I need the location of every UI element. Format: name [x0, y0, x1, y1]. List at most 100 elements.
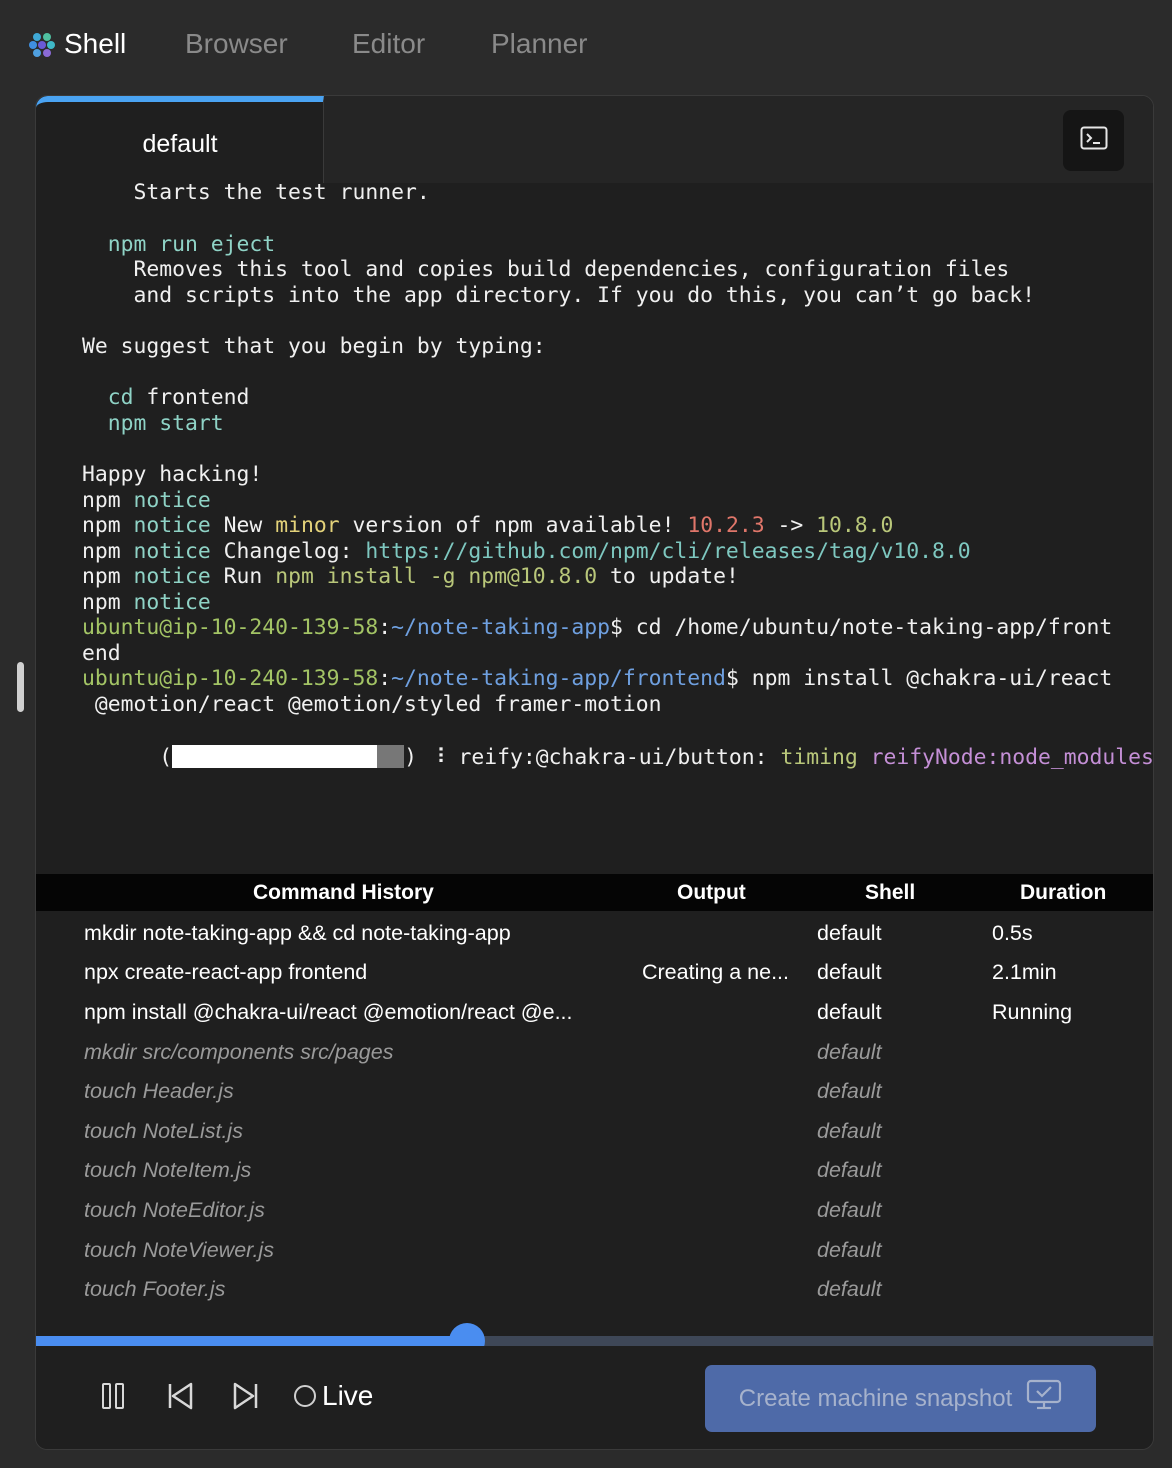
- history-shell: default: [817, 1277, 882, 1301]
- history-shell: default: [817, 1040, 882, 1064]
- terminal-segment: ubuntu@ip-10-240-139-58: [82, 615, 379, 640]
- terminal-line: npm notice Changelog: https://github.com…: [82, 539, 971, 565]
- history-row[interactable]: npx create-react-app frontend Creating a …: [36, 960, 1153, 1000]
- history-shell: default: [817, 921, 882, 945]
- history-output: Creating a ne...: [642, 960, 790, 984]
- shell-panel: default npm test Starts the test runner.…: [35, 95, 1154, 1450]
- pause-button[interactable]: [96, 1381, 130, 1415]
- history-row[interactable]: touch NoteItem.js default: [36, 1158, 1153, 1198]
- terminal-segment: notice: [133, 590, 211, 615]
- terminal-segment: notice: [133, 564, 211, 589]
- terminal-segment: frontend: [133, 385, 250, 410]
- shell-logo-icon: [28, 30, 56, 58]
- terminal-segment: :: [378, 615, 392, 640]
- history-row[interactable]: touch NoteList.js default: [36, 1119, 1153, 1159]
- terminal-line: npm notice Run npm install -g npm@10.8.0…: [82, 564, 739, 590]
- progress-text: reify:@chakra-ui/button:: [445, 744, 781, 770]
- terminal-segment: minor: [275, 513, 340, 538]
- terminal-line: and scripts into the app directory. If y…: [82, 283, 1036, 309]
- terminal-line: npm notice: [82, 590, 211, 616]
- terminal-segment: notice: [133, 539, 211, 564]
- live-indicator-icon: [294, 1385, 316, 1407]
- terminal-segment: ~/note-taking-app: [391, 615, 611, 640]
- history-command: mkdir note-taking-app && cd note-taking-…: [84, 921, 511, 945]
- live-toggle[interactable]: Live: [294, 1380, 373, 1412]
- history-row[interactable]: touch Header.js default: [36, 1079, 1153, 1119]
- history-command: npx create-react-app frontend: [84, 960, 368, 984]
- progress-timing: timing: [780, 744, 858, 770]
- terminal-line: cd frontend: [82, 385, 250, 411]
- timeline-track[interactable]: [36, 1336, 1153, 1346]
- nav-tab-browser[interactable]: Browser: [185, 26, 288, 62]
- terminal-segment: npm start: [82, 411, 224, 436]
- create-snapshot-button[interactable]: Create machine snapshot: [705, 1365, 1096, 1432]
- terminal-tab-bar: default: [36, 96, 1153, 183]
- terminal-segment: Run: [210, 564, 276, 589]
- header-output: Output: [677, 881, 746, 904]
- terminal-segment: ->: [764, 513, 817, 538]
- history-header: Command History Output Shell Duration: [36, 874, 1153, 911]
- history-shell: default: [817, 960, 882, 984]
- skip-back-button[interactable]: [163, 1381, 197, 1415]
- history-command: touch NoteItem.js: [84, 1158, 252, 1182]
- history-shell: default: [817, 1079, 882, 1103]
- terminal-segment: npm: [82, 539, 134, 564]
- terminal-line: @emotion/react @emotion/styled framer-mo…: [82, 692, 662, 718]
- terminal-segment: https://github.com/npm/cli/releases/tag/…: [365, 539, 971, 564]
- terminal-segment: New: [210, 513, 276, 538]
- terminal-tab-label: default: [142, 130, 218, 158]
- nav-tab-label: Shell: [64, 28, 127, 59]
- terminal-line: Starts the test runner.: [82, 183, 430, 206]
- terminal-segment: Changelog:: [210, 539, 366, 564]
- terminal-line: npm notice New minor version of npm avai…: [82, 513, 893, 539]
- panel-resize-handle[interactable]: [17, 662, 24, 712]
- history-row[interactable]: mkdir note-taking-app && cd note-taking-…: [36, 921, 1153, 961]
- terminal-line: end: [82, 641, 121, 667]
- history-row[interactable]: touch NoteEditor.js default: [36, 1198, 1153, 1238]
- terminal-segment: ~/note-taking-app/frontend: [391, 666, 726, 691]
- history-shell: default: [817, 1158, 882, 1182]
- history-row[interactable]: npm install @chakra-ui/react @emotion/re…: [36, 1000, 1153, 1040]
- terminal-line: npm start: [82, 411, 224, 437]
- history-command: touch Footer.js: [84, 1277, 226, 1301]
- terminal-line: ubuntu@ip-10-240-139-58:~/note-taking-ap…: [82, 615, 1112, 641]
- history-duration: 2.1min: [992, 960, 1057, 984]
- playback-controls: Live Create machine snapshot: [36, 1346, 1153, 1449]
- skip-forward-button[interactable]: [229, 1381, 263, 1415]
- terminal-segment: npm: [82, 564, 134, 589]
- terminal-line: npm run eject: [82, 232, 275, 258]
- nav-tab-editor[interactable]: Editor: [352, 26, 425, 62]
- command-history-table: Command History Output Shell Duration mk…: [36, 874, 1153, 1337]
- pause-icon: [98, 1381, 128, 1416]
- terminal-segment: version of npm available!: [339, 513, 688, 538]
- history-row[interactable]: mkdir src/components src/pages default: [36, 1040, 1153, 1080]
- open-terminal-button[interactable]: [1063, 110, 1124, 171]
- history-row[interactable]: touch Footer.js default: [36, 1277, 1153, 1317]
- nav-tab-shell[interactable]: Shell: [28, 26, 126, 62]
- terminal-progress-line: () ⠸ reify:@chakra-ui/button: timing rei…: [82, 719, 1153, 796]
- terminal-segment: npm: [82, 590, 134, 615]
- history-command: touch NoteEditor.js: [84, 1198, 265, 1222]
- terminal-segment: @emotion/react @emotion/styled framer-mo…: [82, 692, 662, 717]
- terminal-segment: cd: [82, 385, 134, 410]
- progress-bar-filled: [172, 744, 378, 768]
- nav-tab-planner[interactable]: Planner: [491, 26, 588, 62]
- terminal-tab-default[interactable]: default: [36, 96, 324, 183]
- terminal-segment: $ npm install @chakra-ui/react: [725, 666, 1113, 691]
- terminal-segment: npm: [82, 513, 134, 538]
- history-shell: default: [817, 1000, 882, 1024]
- terminal-segment: Removes this tool and copies build depen…: [82, 257, 1010, 282]
- terminal-segment: Happy hacking!: [82, 462, 263, 487]
- live-label: Live: [322, 1380, 374, 1411]
- header-duration: Duration: [1020, 881, 1107, 904]
- terminal-segment: 10.8.0: [816, 513, 894, 538]
- terminal-line: ubuntu@ip-10-240-139-58:~/note-taking-ap…: [82, 666, 1112, 692]
- terminal-icon: [1080, 126, 1108, 155]
- terminal-segment: and scripts into the app directory. If y…: [82, 283, 1036, 308]
- progress-open: (: [159, 744, 173, 770]
- history-command: touch NoteViewer.js: [84, 1238, 275, 1262]
- terminal-output[interactable]: npm test Starts the test runner. npm run…: [36, 183, 1153, 874]
- history-duration: 0.5s: [992, 921, 1033, 945]
- history-row[interactable]: touch NoteViewer.js default: [36, 1238, 1153, 1278]
- terminal-segment: 10.2.3: [687, 513, 765, 538]
